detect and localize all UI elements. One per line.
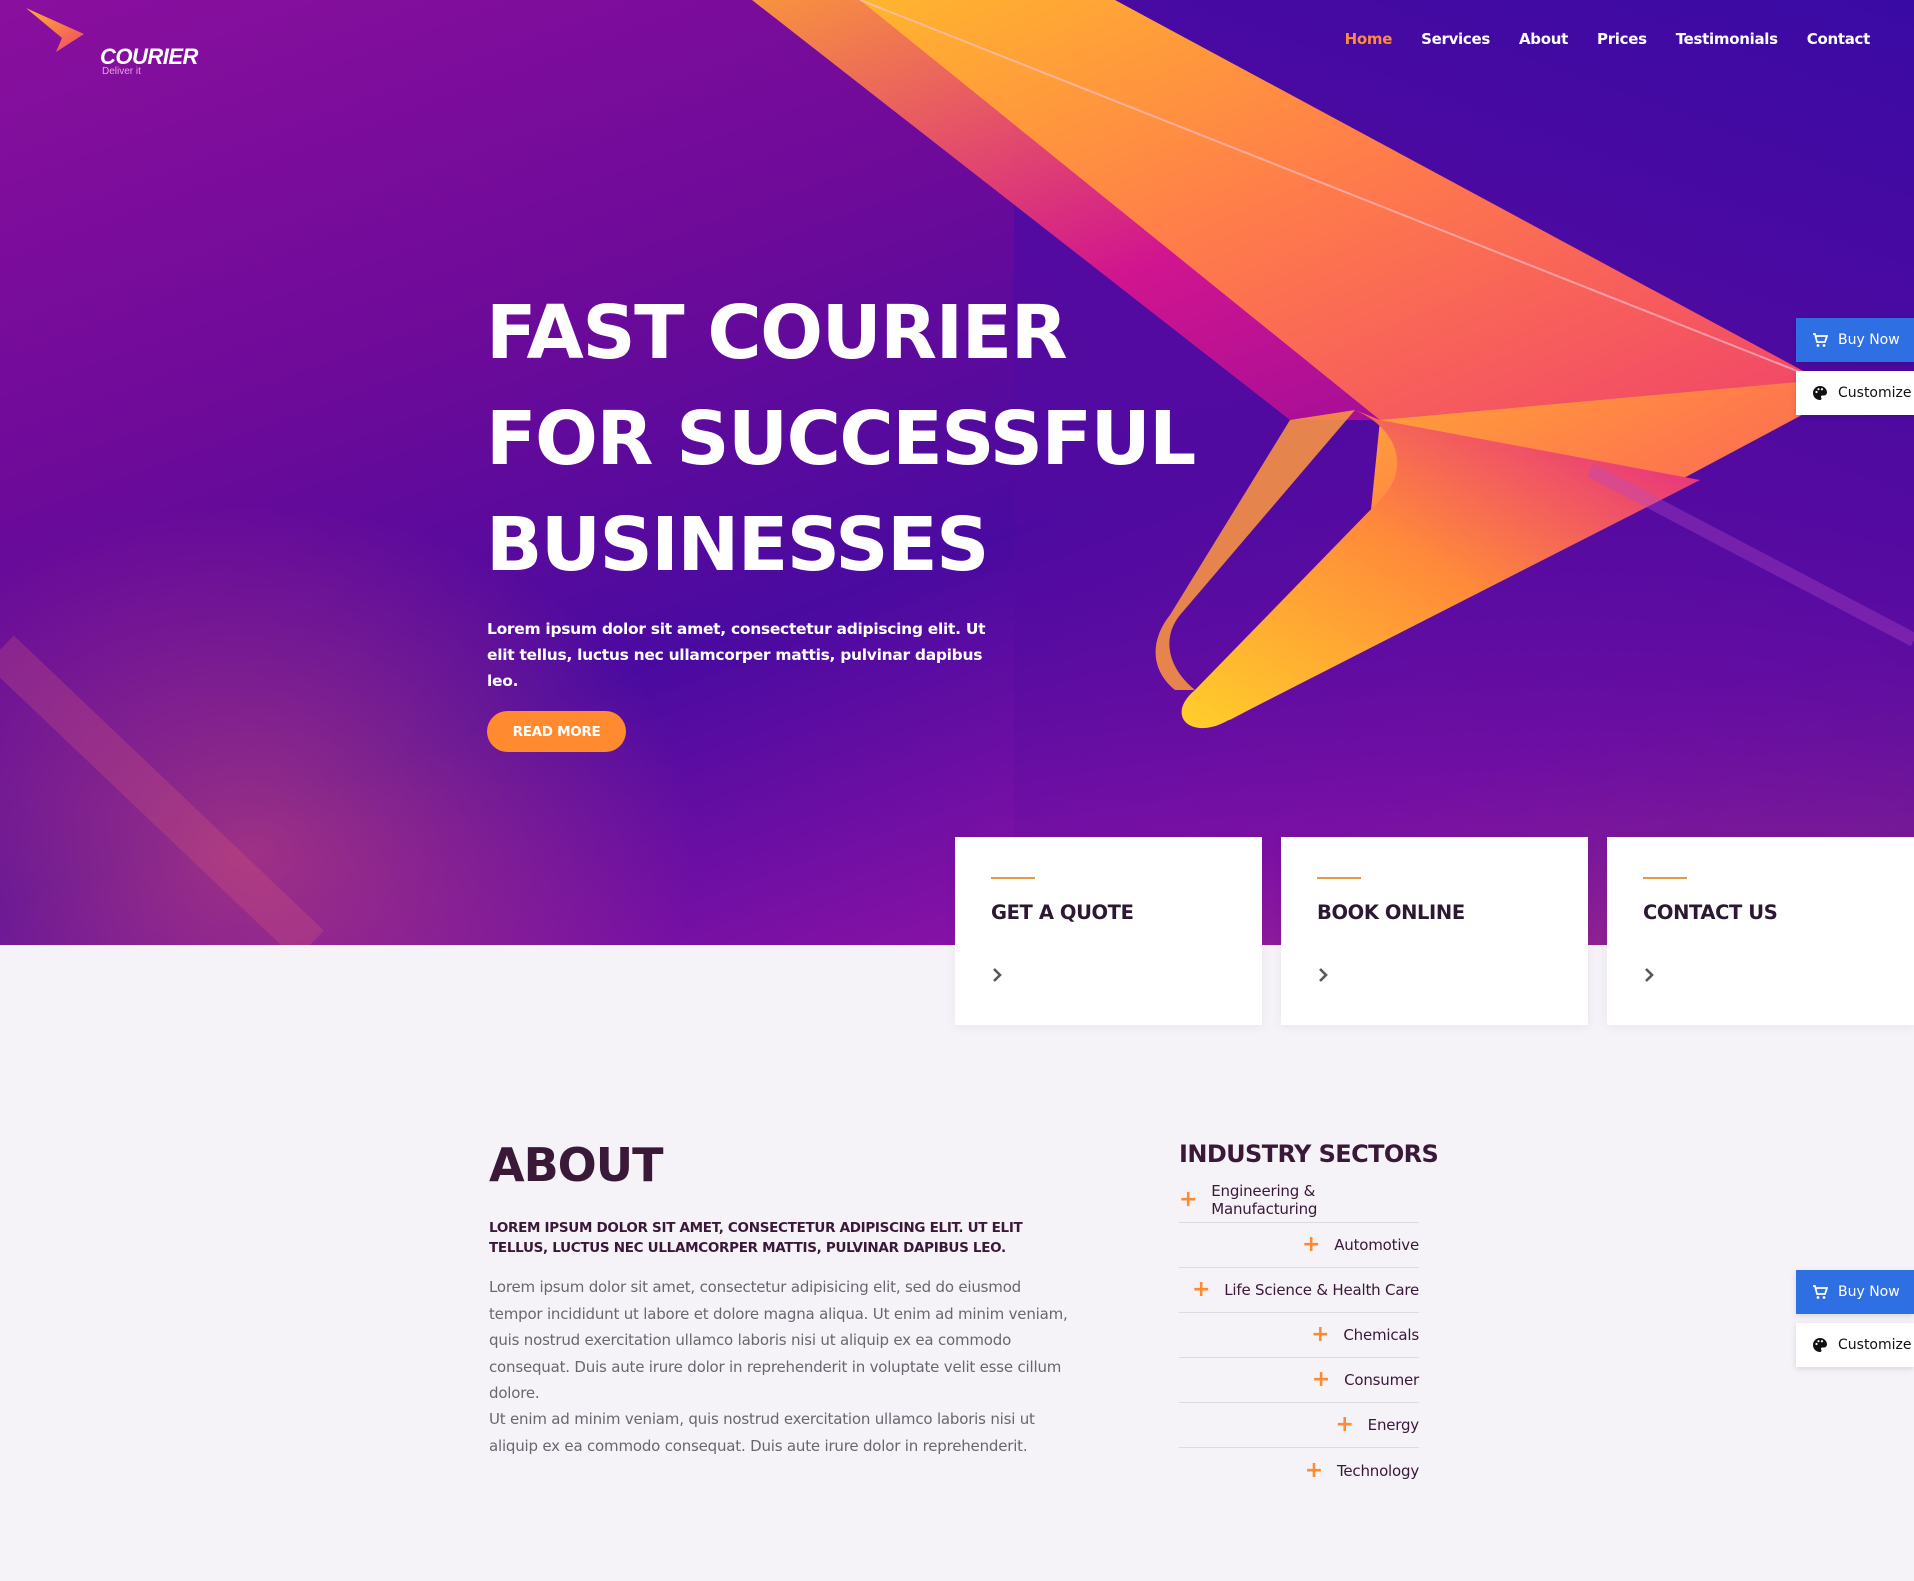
plus-icon: + [1311, 1367, 1331, 1392]
card-title: CONTACT US [1643, 901, 1778, 924]
hero-subtitle: Lorem ipsum dolor sit amet, consectetur … [487, 620, 986, 690]
card-accent-line [991, 877, 1035, 879]
card-title: BOOK ONLINE [1317, 901, 1465, 924]
card-title: GET A QUOTE [991, 901, 1134, 924]
about-paragraph-1: Lorem ipsum dolor sit amet, consectetur … [489, 1278, 1068, 1402]
sector-label: Technology [1336, 1461, 1419, 1480]
nav-testimonials[interactable]: Testimonials [1676, 30, 1778, 48]
main-nav: Home Services About Prices Testimonials … [1345, 30, 1871, 48]
list-item[interactable]: + Consumer [1179, 1358, 1419, 1403]
courier-logo-icon [26, 8, 84, 52]
hero-title-line-2: FOR SUCCESSFUL [486, 396, 1196, 482]
list-item[interactable]: + Technology [1179, 1448, 1419, 1493]
list-item[interactable]: + Engineering & Manufacturing [1179, 1178, 1419, 1223]
chevron-right-icon[interactable] [1643, 965, 1657, 985]
list-item[interactable]: + Automotive [1179, 1223, 1419, 1268]
nav-prices[interactable]: Prices [1597, 30, 1647, 48]
card-accent-line [1317, 877, 1361, 879]
nav-about[interactable]: About [1519, 30, 1568, 48]
buy-now-label: Buy Now [1838, 1284, 1900, 1300]
brand-tagline: Deliver it [102, 66, 141, 77]
nav-home[interactable]: Home [1345, 30, 1393, 48]
cart-icon [1813, 333, 1828, 347]
cart-icon [1813, 1285, 1828, 1299]
industry-sectors-title: INDUSTRY SECTORS [1179, 1140, 1439, 1168]
about-lead: LOREM IPSUM DOLOR SIT AMET, CONSECTETUR … [489, 1220, 1023, 1256]
plus-icon: + [1301, 1232, 1321, 1257]
about-title: ABOUT [489, 1138, 663, 1192]
plus-icon: + [1311, 1322, 1330, 1347]
sector-label: Automotive [1334, 1236, 1419, 1254]
customize-button-secondary[interactable]: Customize [1796, 1323, 1914, 1367]
about-paragraph-2: Ut enim ad minim veniam, quis nostrud ex… [489, 1410, 1035, 1455]
plus-icon: + [1179, 1187, 1198, 1212]
sector-label: Life Science & Health Care [1224, 1281, 1419, 1299]
chevron-right-icon[interactable] [1317, 965, 1331, 985]
list-item[interactable]: + Life Science & Health Care [1179, 1268, 1419, 1313]
industry-sectors-list: + Engineering & Manufacturing + Automotive… [1179, 1178, 1419, 1493]
chevron-right-icon[interactable] [991, 965, 1005, 985]
customize-label: Customize [1838, 385, 1912, 401]
hero-title: FAST COURIER FOR SUCCESSFUL BUSINESSES [486, 280, 1206, 598]
hero-section: COURIER Deliver it Home Services About P… [0, 0, 1914, 945]
sector-label: Energy [1367, 1416, 1420, 1434]
brand-logo[interactable]: COURIER Deliver it [26, 4, 198, 77]
palette-icon [1813, 1338, 1827, 1352]
buy-now-button-secondary[interactable]: Buy Now [1796, 1270, 1914, 1314]
plus-icon: + [1304, 1457, 1323, 1483]
buy-now-button[interactable]: Buy Now [1796, 318, 1914, 362]
customize-label: Customize [1838, 1337, 1912, 1353]
read-more-button[interactable]: READ MORE [487, 711, 626, 752]
list-item[interactable]: + Chemicals [1179, 1313, 1419, 1358]
hero-title-line-3: BUSINESSES [486, 502, 989, 588]
nav-services[interactable]: Services [1421, 30, 1490, 48]
contact-us-card[interactable]: CONTACT US [1607, 837, 1914, 1025]
buy-now-label: Buy Now [1838, 332, 1900, 348]
book-online-card[interactable]: BOOK ONLINE [1281, 837, 1588, 1025]
plus-icon: + [1192, 1277, 1211, 1302]
sector-label: Consumer [1344, 1371, 1419, 1389]
customize-button[interactable]: Customize [1796, 371, 1914, 415]
card-accent-line [1643, 877, 1687, 879]
hero-title-line-1: FAST COURIER [486, 290, 1068, 376]
sector-label: Chemicals [1343, 1326, 1419, 1344]
palette-icon [1813, 386, 1827, 400]
plus-icon: + [1335, 1412, 1354, 1437]
nav-contact[interactable]: Contact [1807, 30, 1871, 48]
sector-label: Engineering & Manufacturing [1211, 1182, 1318, 1218]
get-a-quote-card[interactable]: GET A QUOTE [955, 837, 1262, 1025]
list-item[interactable]: + Energy [1179, 1403, 1419, 1448]
